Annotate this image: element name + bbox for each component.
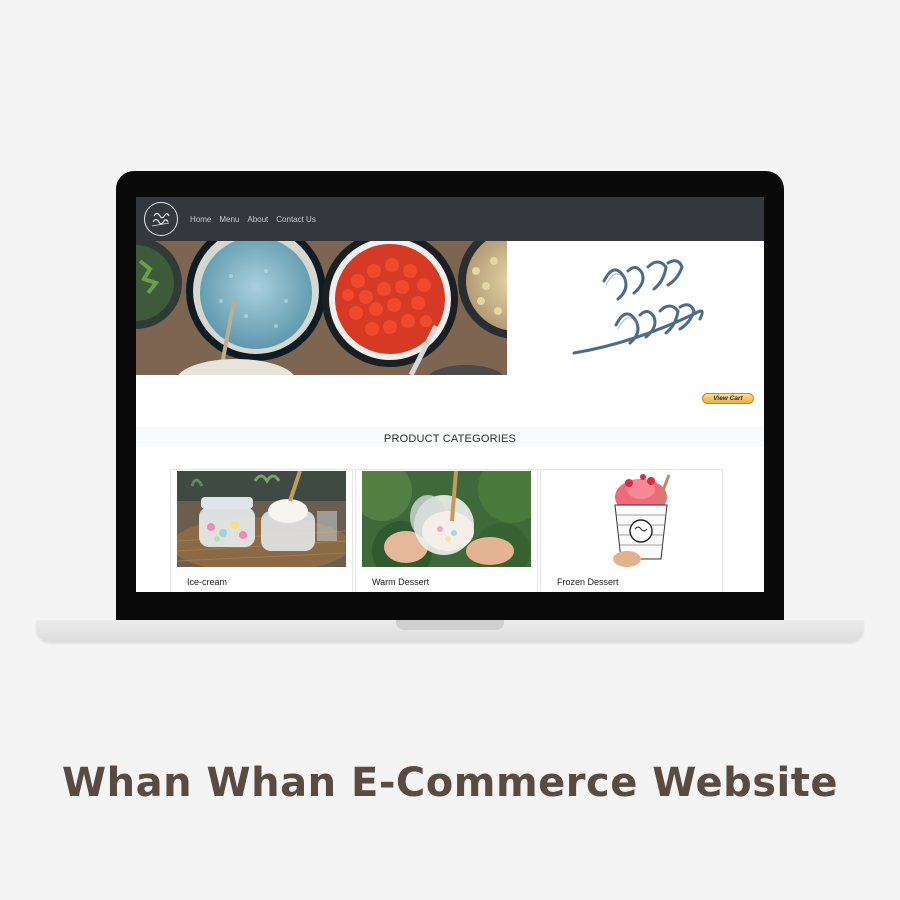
nav-contact-us[interactable]: Contact Us: [276, 215, 316, 224]
navbar: Home Menu About Contact Us: [136, 197, 764, 241]
category-card-warm-dessert[interactable]: Warm Dessert: [355, 469, 538, 592]
nav-home[interactable]: Home: [190, 215, 211, 224]
category-card-ice-cream[interactable]: Ice-cream: [170, 469, 353, 592]
category-label: Frozen Dessert: [557, 577, 619, 587]
category-label: Warm Dessert: [372, 577, 430, 587]
nav-menu[interactable]: Menu: [219, 215, 239, 224]
hero-carousel-image[interactable]: [136, 241, 507, 375]
page-caption: Whan Whan E-Commerce Website: [62, 760, 838, 806]
category-card-frozen-dessert[interactable]: Frozen Dessert: [540, 469, 723, 592]
view-cart-button[interactable]: View Cart: [702, 393, 754, 404]
category-cards: Ice-cream Warm Dessert Frozen Dessert: [170, 469, 724, 592]
frozen-dessert-image: [547, 471, 716, 567]
laptop-notch: [396, 620, 504, 630]
nav-links: Home Menu About Contact Us: [190, 215, 324, 224]
brand-script-logo: [556, 241, 716, 371]
warm-dessert-image: [362, 471, 531, 567]
section-title: PRODUCT CATEGORIES: [383, 433, 517, 445]
brand-logo[interactable]: [144, 202, 178, 236]
ice-cream-image: [177, 471, 346, 567]
laptop-base: [36, 620, 864, 642]
nav-about[interactable]: About: [247, 215, 268, 224]
website-screen: Home Menu About Contact Us View Cart PRO…: [136, 197, 764, 592]
category-label: Ice-cream: [187, 577, 228, 587]
